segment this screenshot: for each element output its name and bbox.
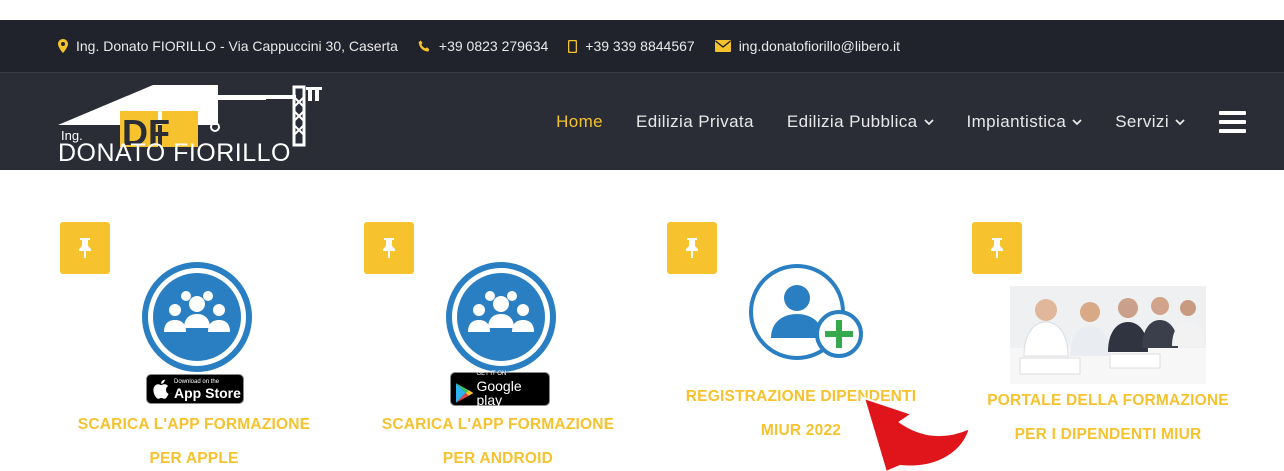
mobile-text[interactable]: +39 339 8844567 bbox=[585, 38, 694, 54]
thumbtack-icon bbox=[667, 222, 717, 274]
card-title-line2: PER APPLE bbox=[149, 450, 239, 467]
map-marker-icon bbox=[58, 39, 68, 53]
users-group-icon[interactable] bbox=[142, 262, 252, 372]
app-store-big-text: App Store bbox=[174, 384, 241, 401]
phone-item[interactable]: +39 0823 279634 bbox=[418, 38, 548, 54]
card-title-line2: PER ANDROID bbox=[442, 450, 554, 467]
logo-name: DONATO FIORILLO bbox=[58, 139, 292, 167]
google-play-icon bbox=[456, 383, 474, 403]
card-portale-formazione[interactable]: PORTALE DELLA FORMAZIONE PER I DIPENDENT… bbox=[972, 222, 1252, 471]
training-photo[interactable] bbox=[1010, 286, 1206, 384]
chevron-down-icon bbox=[923, 118, 934, 126]
chevron-down-icon bbox=[1072, 118, 1082, 126]
envelope-icon bbox=[714, 40, 731, 52]
email-item[interactable]: ing.donatofiorillo@libero.it bbox=[714, 38, 900, 54]
card-title[interactable]: SCARICA L'APP FORMAZIONE PER ANDROID bbox=[358, 408, 638, 471]
red-arrow-annotation bbox=[862, 396, 972, 471]
card-title[interactable]: SCARICA L'APP FORMAZIONE PER APPLE bbox=[58, 408, 330, 471]
mobile-item[interactable]: +39 339 8844567 bbox=[568, 38, 695, 54]
card-title-line1: SCARICA L'APP FORMAZIONE bbox=[77, 416, 311, 433]
card-app-android[interactable]: GET IT ON Google play SCARICA L'APP FORM… bbox=[364, 222, 644, 471]
card-title-line1: PORTALE DELLA FORMAZIONE bbox=[987, 392, 1229, 409]
nav-edilizia-pubblica[interactable]: Edilizia Pubblica bbox=[787, 112, 934, 132]
users-group-icon[interactable] bbox=[446, 262, 556, 372]
app-store-small-text: Download on the bbox=[174, 378, 220, 385]
mobile-icon bbox=[568, 39, 578, 53]
app-store-badge[interactable]: Download on the App Store bbox=[146, 374, 244, 404]
card-title-line2: PER I DIPENDENTI MIUR bbox=[1014, 426, 1202, 443]
top-info-bar: Ing. Donato FIORILLO - Via Cappuccini 30… bbox=[0, 20, 1284, 72]
hamburger-menu-icon[interactable] bbox=[1219, 111, 1246, 133]
google-play-small-text: GET IT ON bbox=[476, 371, 507, 377]
nav-impiantistica[interactable]: Impiantistica bbox=[967, 112, 1083, 132]
google-play-badge[interactable]: GET IT ON Google play bbox=[450, 371, 550, 408]
google-play-big-text: Google play bbox=[476, 378, 522, 408]
phone-icon bbox=[418, 40, 431, 53]
card-app-apple[interactable]: Download on the App Store SCARICA L'APP … bbox=[60, 222, 340, 471]
main-menu: Home Edilizia Privata Edilizia Pubblica … bbox=[523, 73, 1246, 171]
email-text[interactable]: ing.donatofiorillo@libero.it bbox=[739, 38, 900, 54]
apple-icon bbox=[153, 379, 169, 399]
thumbtack-icon bbox=[364, 222, 414, 274]
add-user-icon[interactable] bbox=[745, 262, 875, 368]
nav-servizi-label: Servizi bbox=[1115, 112, 1169, 131]
chevron-down-icon bbox=[1175, 118, 1185, 126]
main-navbar: DF Ing. DONATO FIORILLO Home Edilizia Pr… bbox=[0, 72, 1284, 170]
logo-graphic: DF bbox=[58, 85, 322, 147]
thumbtack-icon bbox=[972, 222, 1022, 274]
nav-impiantistica-label: Impiantistica bbox=[966, 112, 1067, 131]
phone-text[interactable]: +39 0823 279634 bbox=[439, 38, 548, 54]
nav-edilizia-pubblica-label: Edilizia Pubblica bbox=[786, 112, 918, 131]
nav-servizi[interactable]: Servizi bbox=[1115, 112, 1185, 132]
nav-home[interactable]: Home bbox=[556, 112, 603, 132]
site-logo[interactable]: DF Ing. DONATO FIORILLO bbox=[58, 85, 348, 167]
thumbtack-icon bbox=[60, 222, 110, 274]
nav-edilizia-privata[interactable]: Edilizia Privata bbox=[636, 112, 754, 132]
address-text: Ing. Donato FIORILLO - Via Cappuccini 30… bbox=[76, 38, 398, 54]
card-title-line1: SCARICA L'APP FORMAZIONE bbox=[381, 416, 615, 433]
address-item: Ing. Donato FIORILLO - Via Cappuccini 30… bbox=[58, 38, 398, 54]
card-title[interactable]: PORTALE DELLA FORMAZIONE PER I DIPENDENT… bbox=[972, 384, 1244, 452]
